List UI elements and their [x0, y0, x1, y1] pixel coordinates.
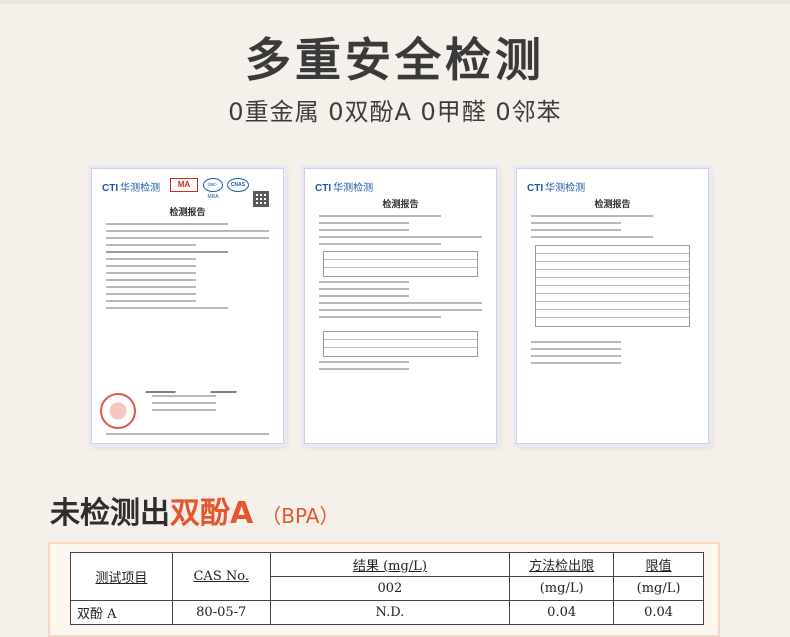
- test-report-1: CTI 华测检测 MA ilac-MRA CNAS 检测报告: [91, 168, 284, 444]
- report-doc-title: 检测报告: [382, 200, 419, 210]
- cell-limit: 0.04: [613, 600, 704, 625]
- cnas-badge: CNAS: [227, 178, 249, 192]
- cell-cas-no: 80-05-7: [171, 600, 271, 625]
- logo-prefix: CTI: [102, 183, 119, 194]
- section-title-prefix: 未检测出: [50, 496, 170, 531]
- signature-mark: [210, 383, 240, 393]
- report-text-block: [319, 215, 482, 250]
- report-doc-title: 检测报告: [169, 208, 206, 218]
- cell-result: N.D.: [269, 600, 511, 625]
- signature-text-block: [152, 395, 269, 416]
- header-result: 结果 (mg/L): [269, 552, 511, 577]
- official-stamp: [100, 393, 136, 429]
- table-row: 双酚 A 80-05-7 N.D. 0.04 0.04: [70, 600, 704, 625]
- cti-logo: CTI 华测检测: [527, 179, 585, 194]
- cti-logo: CTI 华测检测: [102, 179, 160, 194]
- report-note-block: [319, 361, 482, 375]
- section-title-note: （BPA）: [261, 504, 340, 528]
- header-detection-limit-unit: (mg/L): [509, 576, 615, 601]
- result-table-container: 测试项目 CAS No. 结果 (mg/L) 方法检出限 限值 002 (mg/…: [48, 542, 720, 637]
- report-text-block: [531, 215, 694, 243]
- top-divider: [0, 0, 790, 4]
- table-header-row: 测试项目 CAS No. 结果 (mg/L) 方法检出限 限值: [70, 552, 704, 601]
- header-test-item: 测试项目: [70, 552, 173, 601]
- header-detection-limit: 方法检出限: [509, 552, 615, 577]
- header-limit-unit: (mg/L): [613, 576, 704, 601]
- page-title: 多重安全检测: [245, 33, 545, 87]
- test-report-3: CTI 华测检测 检测报告: [516, 168, 709, 444]
- signature-mark: [145, 383, 179, 393]
- logo-name: 华测检测: [333, 183, 374, 194]
- header-result-sample: 002: [269, 576, 511, 601]
- section-title-accent: 双酚A: [170, 496, 254, 531]
- report-doc-title: 检测报告: [594, 200, 631, 210]
- report-footer: [106, 433, 269, 440]
- report-note-block: [531, 341, 694, 369]
- result-table: 测试项目 CAS No. 结果 (mg/L) 方法检出限 限值 002 (mg/…: [70, 552, 704, 625]
- header-cas-no: CAS No.: [171, 552, 271, 601]
- cell-detection-limit: 0.04: [509, 600, 615, 625]
- report-text-block: [106, 223, 269, 314]
- cti-logo: CTI 华测检测: [315, 179, 373, 194]
- page-subtitle: 0重金属 0双酚A 0甲醛 0邻苯: [228, 98, 562, 126]
- logo-name: 华测检测: [545, 183, 586, 194]
- cell-test-item: 双酚 A: [70, 600, 173, 625]
- report-mini-table: [323, 331, 478, 357]
- report-mini-table: [535, 245, 690, 327]
- header-limit: 限值: [613, 552, 704, 577]
- ma-certification-badge: MA: [170, 178, 198, 192]
- logo-prefix: CTI: [527, 183, 544, 194]
- report-note-block: [319, 281, 482, 323]
- ilac-mra-badge: ilac-MRA: [203, 178, 223, 200]
- logo-name: 华测检测: [120, 183, 161, 194]
- report-mini-table: [323, 251, 478, 277]
- logo-prefix: CTI: [315, 183, 332, 194]
- section-title: 未检测出双酚A （BPA）: [50, 488, 339, 532]
- test-report-2: CTI 华测检测 检测报告: [304, 168, 497, 444]
